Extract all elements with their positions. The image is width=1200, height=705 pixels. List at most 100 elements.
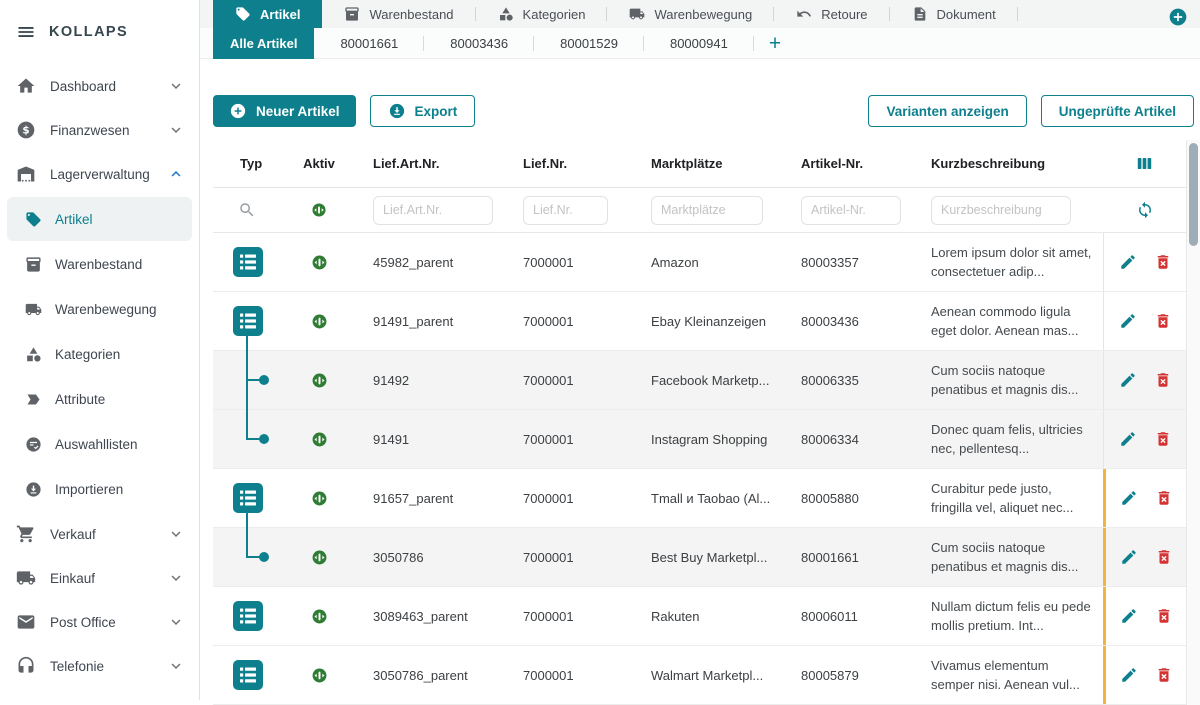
home-icon [16,76,36,96]
article-list-icon[interactable] [233,660,263,690]
delete-icon[interactable] [1154,253,1172,271]
column-header-marktpl-tze[interactable]: Marktplätze [633,156,783,171]
main-area: ArtikelWarenbestandKategorienWarenbewegu… [200,0,1200,700]
lief-nr-filter-input[interactable] [523,196,608,225]
tab-warenbewegung[interactable]: Warenbewegung [607,0,774,28]
add-module-tab-button[interactable] [1168,7,1188,27]
edit-icon[interactable] [1120,489,1138,507]
show-variants-button[interactable]: Varianten anzeigen [868,95,1026,127]
export-button[interactable]: Export [370,95,476,127]
unchecked-articles-button[interactable]: Ungeprüfte Artikel [1041,95,1194,127]
typ-cell [213,469,283,527]
column-header-lief-art-nr[interactable]: Lief.Art.Nr. [355,156,505,171]
refresh-icon[interactable] [1136,201,1154,219]
sidebar-item-dashboard[interactable]: Dashboard [0,64,199,108]
search-icon[interactable] [238,201,256,219]
article-list-icon[interactable] [233,306,263,336]
column-header-typ[interactable]: Typ [213,156,283,171]
lief-art-nr-filter-input[interactable] [373,196,493,225]
show-variants-label: Varianten anzeigen [886,104,1008,119]
delete-icon[interactable] [1155,666,1173,684]
menu-icon[interactable] [16,22,36,42]
sidebar-item-auswahllisten[interactable]: Auswahllisten [7,422,192,466]
marktplatz-cell: Walmart Marketpl... [633,646,783,704]
delete-icon[interactable] [1155,489,1173,507]
tab-dokument[interactable]: Dokument [890,0,1018,28]
sidebar-item-attribute[interactable]: Attribute [7,377,192,421]
marktplaetze-filter-input[interactable] [651,196,763,225]
tree-node-dot [259,375,269,385]
aktiv-filter-cell [283,202,355,218]
active-filter-icon[interactable] [311,202,327,218]
category-icon [25,346,42,363]
active-status-icon[interactable] [311,372,328,389]
typ-cell [213,528,283,586]
sidebar-item-warenbestand[interactable]: Warenbestand [7,242,192,286]
lief-nr-cell: 7000001 [505,469,633,527]
sidebar-item-lagerverwaltung[interactable]: Lagerverwaltung [0,152,199,196]
delete-icon[interactable] [1154,430,1172,448]
active-status-icon[interactable] [311,549,328,566]
vertical-scrollbar[interactable] [1186,140,1200,705]
column-header-kurzbeschreibung[interactable]: Kurzbeschreibung [913,156,1103,171]
filter-cell [913,196,1103,225]
tab-kategorien[interactable]: Kategorien [476,0,608,28]
article-list-icon[interactable] [233,483,263,513]
active-status-icon[interactable] [311,313,328,330]
column-header-aktiv[interactable]: Aktiv [283,156,355,171]
artikel-nr-filter-input[interactable] [801,196,901,225]
sidebar-item-einkauf[interactable]: Einkauf [0,556,199,600]
typ-cell [213,351,283,409]
column-header-lief-nr[interactable]: Lief.Nr. [505,156,633,171]
delete-icon[interactable] [1154,312,1172,330]
tab-warenbestand[interactable]: Warenbestand [322,0,475,28]
sidebar-item-kategorien[interactable]: Kategorien [7,332,192,376]
edit-icon[interactable] [1120,607,1138,625]
columns-icon [1135,154,1154,173]
tab-label: Retoure [821,7,867,22]
warehouse-icon [16,164,36,184]
sidebar-item-verkauf[interactable]: Verkauf [0,512,199,556]
article-list-icon[interactable] [233,601,263,631]
active-status-icon[interactable] [311,608,328,625]
sidebar-item-finanzwesen[interactable]: $Finanzwesen [0,108,199,152]
column-header-artikel-nr[interactable]: Artikel-Nr. [783,156,913,171]
kurzbeschreibung-filter-input[interactable] [931,196,1071,225]
active-status-icon[interactable] [311,431,328,448]
active-status-icon[interactable] [311,667,328,684]
scrollbar-thumb[interactable] [1189,143,1198,246]
sidebar-item-post-office[interactable]: Post Office [0,600,199,644]
item-tab-80001661[interactable]: 80001661 [314,28,424,59]
item-tab-80000941[interactable]: 80000941 [644,28,754,59]
lief-nr-cell: 7000001 [505,528,633,586]
delete-icon[interactable] [1155,548,1173,566]
edit-icon[interactable] [1119,253,1137,271]
add-item-tab-button[interactable]: + [754,33,796,54]
artikel-nr-cell: 80001661 [783,528,913,586]
sidebar-item-artikel[interactable]: Artikel [7,197,192,241]
item-tab-alle-artikel[interactable]: Alle Artikel [213,28,314,59]
edit-icon[interactable] [1119,371,1137,389]
active-status-icon[interactable] [311,254,328,271]
lief-nr-cell: 7000001 [505,351,633,409]
delete-icon[interactable] [1155,607,1173,625]
tab-artikel[interactable]: Artikel [213,0,322,28]
item-tab-80003436[interactable]: 80003436 [424,28,534,59]
chevron-down-icon [167,525,185,543]
sidebar-item-telefonie[interactable]: Telefonie [0,644,199,688]
column-settings-button[interactable] [1103,154,1186,173]
new-article-button[interactable]: Neuer Artikel [213,95,356,127]
edit-icon[interactable] [1119,312,1137,330]
tab-retoure[interactable]: Retoure [774,0,889,28]
filter-cell [783,196,913,225]
checklist-icon [25,436,42,453]
active-status-icon[interactable] [311,490,328,507]
edit-icon[interactable] [1120,548,1138,566]
edit-icon[interactable] [1120,666,1138,684]
edit-icon[interactable] [1119,430,1137,448]
delete-icon[interactable] [1154,371,1172,389]
sidebar-item-warenbewegung[interactable]: Warenbewegung [7,287,192,331]
item-tab-80001529[interactable]: 80001529 [534,28,644,59]
sidebar-item-importieren[interactable]: Importieren [7,467,192,511]
article-list-icon[interactable] [233,247,263,277]
